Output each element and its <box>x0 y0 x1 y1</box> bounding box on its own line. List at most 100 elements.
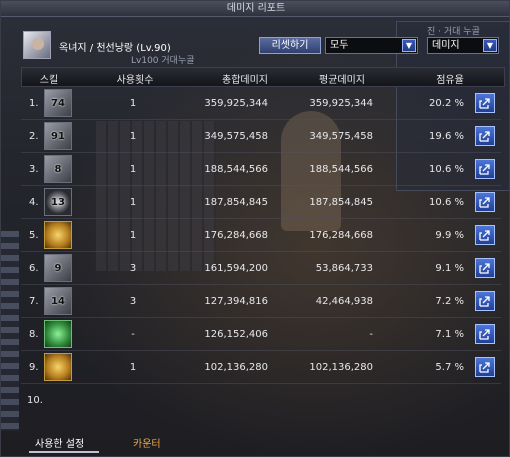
row-number: 5. <box>29 230 39 241</box>
share-icon[interactable] <box>475 291 495 311</box>
uses-count: 3 <box>129 263 137 274</box>
average-damage: 176,284,668 <box>309 230 373 241</box>
bottom-tabs: 사용한 설정 카운터 <box>21 431 509 453</box>
table-row: 8. - 126,152,406 - 7.1 % <box>1 318 509 351</box>
average-damage: 53,864,733 <box>315 263 373 274</box>
skill-icon: 8 <box>44 155 72 183</box>
table-row: 7. 14 3 127,394,816 42,464,938 7.2 % <box>1 285 509 318</box>
tab-used-settings[interactable]: 사용한 설정 <box>35 435 84 450</box>
header-share: 점유율 <box>436 75 464 86</box>
skill-level: 8 <box>54 164 62 175</box>
row-number: 1. <box>29 98 39 109</box>
skill-level: 74 <box>51 98 65 109</box>
table-row: 3. 8 1 188,544,566 188,544,566 10.6 % <box>1 153 509 186</box>
uses-count: 1 <box>129 362 137 373</box>
character-subtag: Lv100 거대누골 <box>131 56 195 66</box>
average-damage: - <box>369 329 373 340</box>
average-damage: 349,575,458 <box>309 131 373 142</box>
skill-icon <box>44 221 72 249</box>
uses-count: 3 <box>129 296 137 307</box>
total-damage: 187,854,845 <box>204 197 268 208</box>
damage-share: 10.6 % <box>429 164 464 175</box>
total-damage: 188,544,566 <box>204 164 268 175</box>
skill-level: 13 <box>51 197 65 208</box>
target-select[interactable]: 모두 ▼ <box>325 37 418 54</box>
chevron-down-icon[interactable]: ▼ <box>402 39 416 52</box>
average-damage: 188,544,566 <box>309 164 373 175</box>
damage-share: 9.1 % <box>435 263 464 274</box>
tab-counter[interactable]: 카운터 <box>133 435 161 450</box>
damage-share: 19.6 % <box>429 131 464 142</box>
active-tab-indicator <box>29 451 99 453</box>
table-row: 2. 91 1 349,575,458 349,575,458 19.6 % <box>1 120 509 153</box>
share-icon[interactable] <box>475 93 495 113</box>
skill-icon: 91 <box>44 122 72 150</box>
table-row: 6. 9 3 161,594,200 53,864,733 9.1 % <box>1 252 509 285</box>
header-uses: 사용횟수 <box>116 75 154 86</box>
uses-count: 1 <box>129 131 137 142</box>
skill-icon <box>44 353 72 381</box>
table-header: 스킬 사용횟수 총합데미지 평균데미지 점유율 <box>21 67 505 87</box>
row-number: 2. <box>29 131 39 142</box>
chevron-down-icon[interactable]: ▼ <box>483 39 497 52</box>
skill-icon: 13 <box>44 188 72 216</box>
reset-button[interactable]: 리셋하기 <box>259 37 321 54</box>
row-number: 7. <box>29 296 39 307</box>
type-select[interactable]: 데미지 ▼ <box>427 37 499 54</box>
damage-share: 5.7 % <box>435 362 464 373</box>
uses-count: 1 <box>129 98 137 109</box>
uses-count: 1 <box>129 230 137 241</box>
skill-level: 14 <box>51 296 65 307</box>
row-number: 8. <box>29 329 39 340</box>
damage-share: 7.1 % <box>435 329 464 340</box>
table-row: 4. 13 1 187,854,845 187,854,845 10.6 % <box>1 186 509 219</box>
skill-icon <box>44 320 72 348</box>
uses-count: - <box>131 329 135 340</box>
share-icon[interactable] <box>475 258 495 278</box>
header-avg: 평균데미지 <box>319 75 365 86</box>
row-number: 3. <box>29 164 39 175</box>
total-damage: 176,284,668 <box>204 230 268 241</box>
average-damage: 102,136,280 <box>309 362 373 373</box>
average-damage: 187,854,845 <box>309 197 373 208</box>
type-select-value: 데미지 <box>432 40 460 51</box>
damage-report-window: 데미지 리포트 옥녀지 / 천선낭랑 (Lv.90) Lv100 거대누골 진 … <box>0 0 510 457</box>
share-icon[interactable] <box>475 324 495 344</box>
table-row: 5. 1 176,284,668 176,284,668 9.9 % <box>1 219 509 252</box>
table-row: 1. 74 1 359,925,344 359,925,344 20.2 % <box>1 87 509 120</box>
share-icon[interactable] <box>475 159 495 179</box>
row-number: 6. <box>29 263 39 274</box>
share-icon[interactable] <box>475 357 495 377</box>
character-name: 옥녀지 / 천선낭랑 (Lv.90) <box>59 43 171 54</box>
damage-share: 10.6 % <box>429 197 464 208</box>
row-number: 9. <box>29 362 39 373</box>
skill-level: 9 <box>54 263 62 274</box>
total-damage: 102,136,280 <box>204 362 268 373</box>
total-damage: 127,394,816 <box>204 296 268 307</box>
table-row: 9. 1 102,136,280 102,136,280 5.7 % <box>1 351 509 384</box>
share-icon[interactable] <box>475 126 495 146</box>
row-number: 4. <box>29 197 39 208</box>
uses-count: 1 <box>129 164 137 175</box>
target-hint: 진 · 거대 누골 <box>427 27 480 37</box>
total-damage: 161,594,200 <box>204 263 268 274</box>
average-damage: 359,925,344 <box>309 98 373 109</box>
window-title: 데미지 리포트 <box>1 1 509 17</box>
average-damage: 42,464,938 <box>315 296 373 307</box>
total-damage: 349,575,458 <box>204 131 268 142</box>
total-damage: 359,925,344 <box>204 98 268 109</box>
skill-icon: 9 <box>44 254 72 282</box>
skill-icon: 14 <box>44 287 72 315</box>
table-row: 10. <box>1 384 509 414</box>
character-portrait <box>23 31 51 59</box>
damage-share: 7.2 % <box>435 296 464 307</box>
skill-icon: 74 <box>44 89 72 117</box>
share-icon[interactable] <box>475 192 495 212</box>
target-select-value: 모두 <box>330 40 349 51</box>
row-number: 10. <box>27 395 43 406</box>
damage-share: 9.9 % <box>435 230 464 241</box>
uses-count: 1 <box>129 197 137 208</box>
header-skill: 스킬 <box>39 75 59 86</box>
total-damage: 126,152,406 <box>204 329 268 340</box>
share-icon[interactable] <box>475 225 495 245</box>
